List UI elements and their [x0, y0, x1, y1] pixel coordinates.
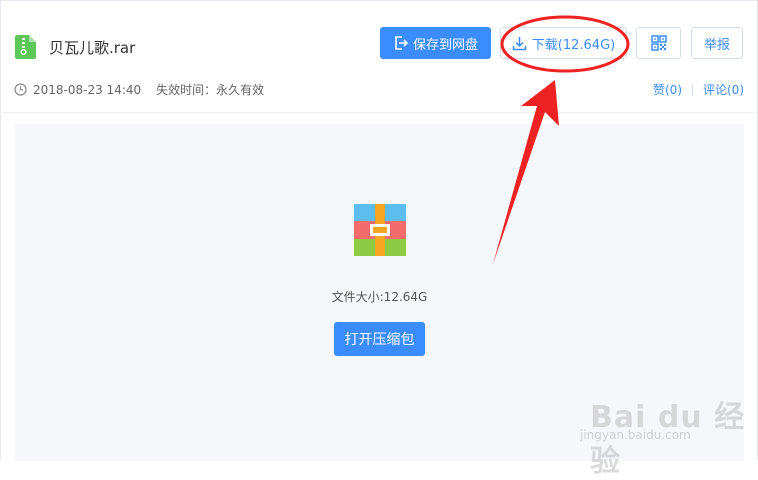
save-to-disk-label: 保存到网盘 — [412, 37, 478, 53]
action-separator — [692, 83, 693, 96]
download-icon — [512, 36, 527, 50]
clock-icon — [14, 83, 27, 96]
expiry-time: 失效时间：永久有效 — [156, 83, 265, 97]
file-meta: 2018-08-23 14:40 失效时间：永久有效 — [14, 81, 264, 98]
share-date: 2018-08-23 14:40 — [33, 82, 142, 97]
zip-file-icon — [15, 35, 36, 59]
file-name: 贝瓦儿歌.rar — [49, 39, 136, 57]
report-button[interactable]: 举报 — [691, 27, 743, 59]
watermark-url: jingyan.baidu.com — [580, 428, 691, 442]
report-label: 举报 — [703, 37, 730, 53]
download-button[interactable]: 下载(12.64G) — [500, 27, 627, 59]
file-size-text: 文件大小:12.64G — [331, 290, 428, 304]
download-label: 下载(12.64G) — [531, 37, 616, 53]
open-archive-button[interactable]: 打开压缩包 — [334, 322, 425, 356]
like-link[interactable]: 赞(0) — [653, 81, 682, 98]
qr-code-button[interactable] — [636, 27, 681, 59]
archive-package-icon — [354, 204, 406, 256]
qr-code-icon — [650, 35, 667, 51]
comment-link[interactable]: 评论(0) — [703, 81, 744, 98]
header-divider — [0, 112, 758, 113]
save-to-disk-icon — [395, 36, 409, 50]
social-actions: 赞(0) 评论(0) — [653, 81, 744, 98]
save-to-disk-button[interactable]: 保存到网盘 — [380, 27, 491, 59]
